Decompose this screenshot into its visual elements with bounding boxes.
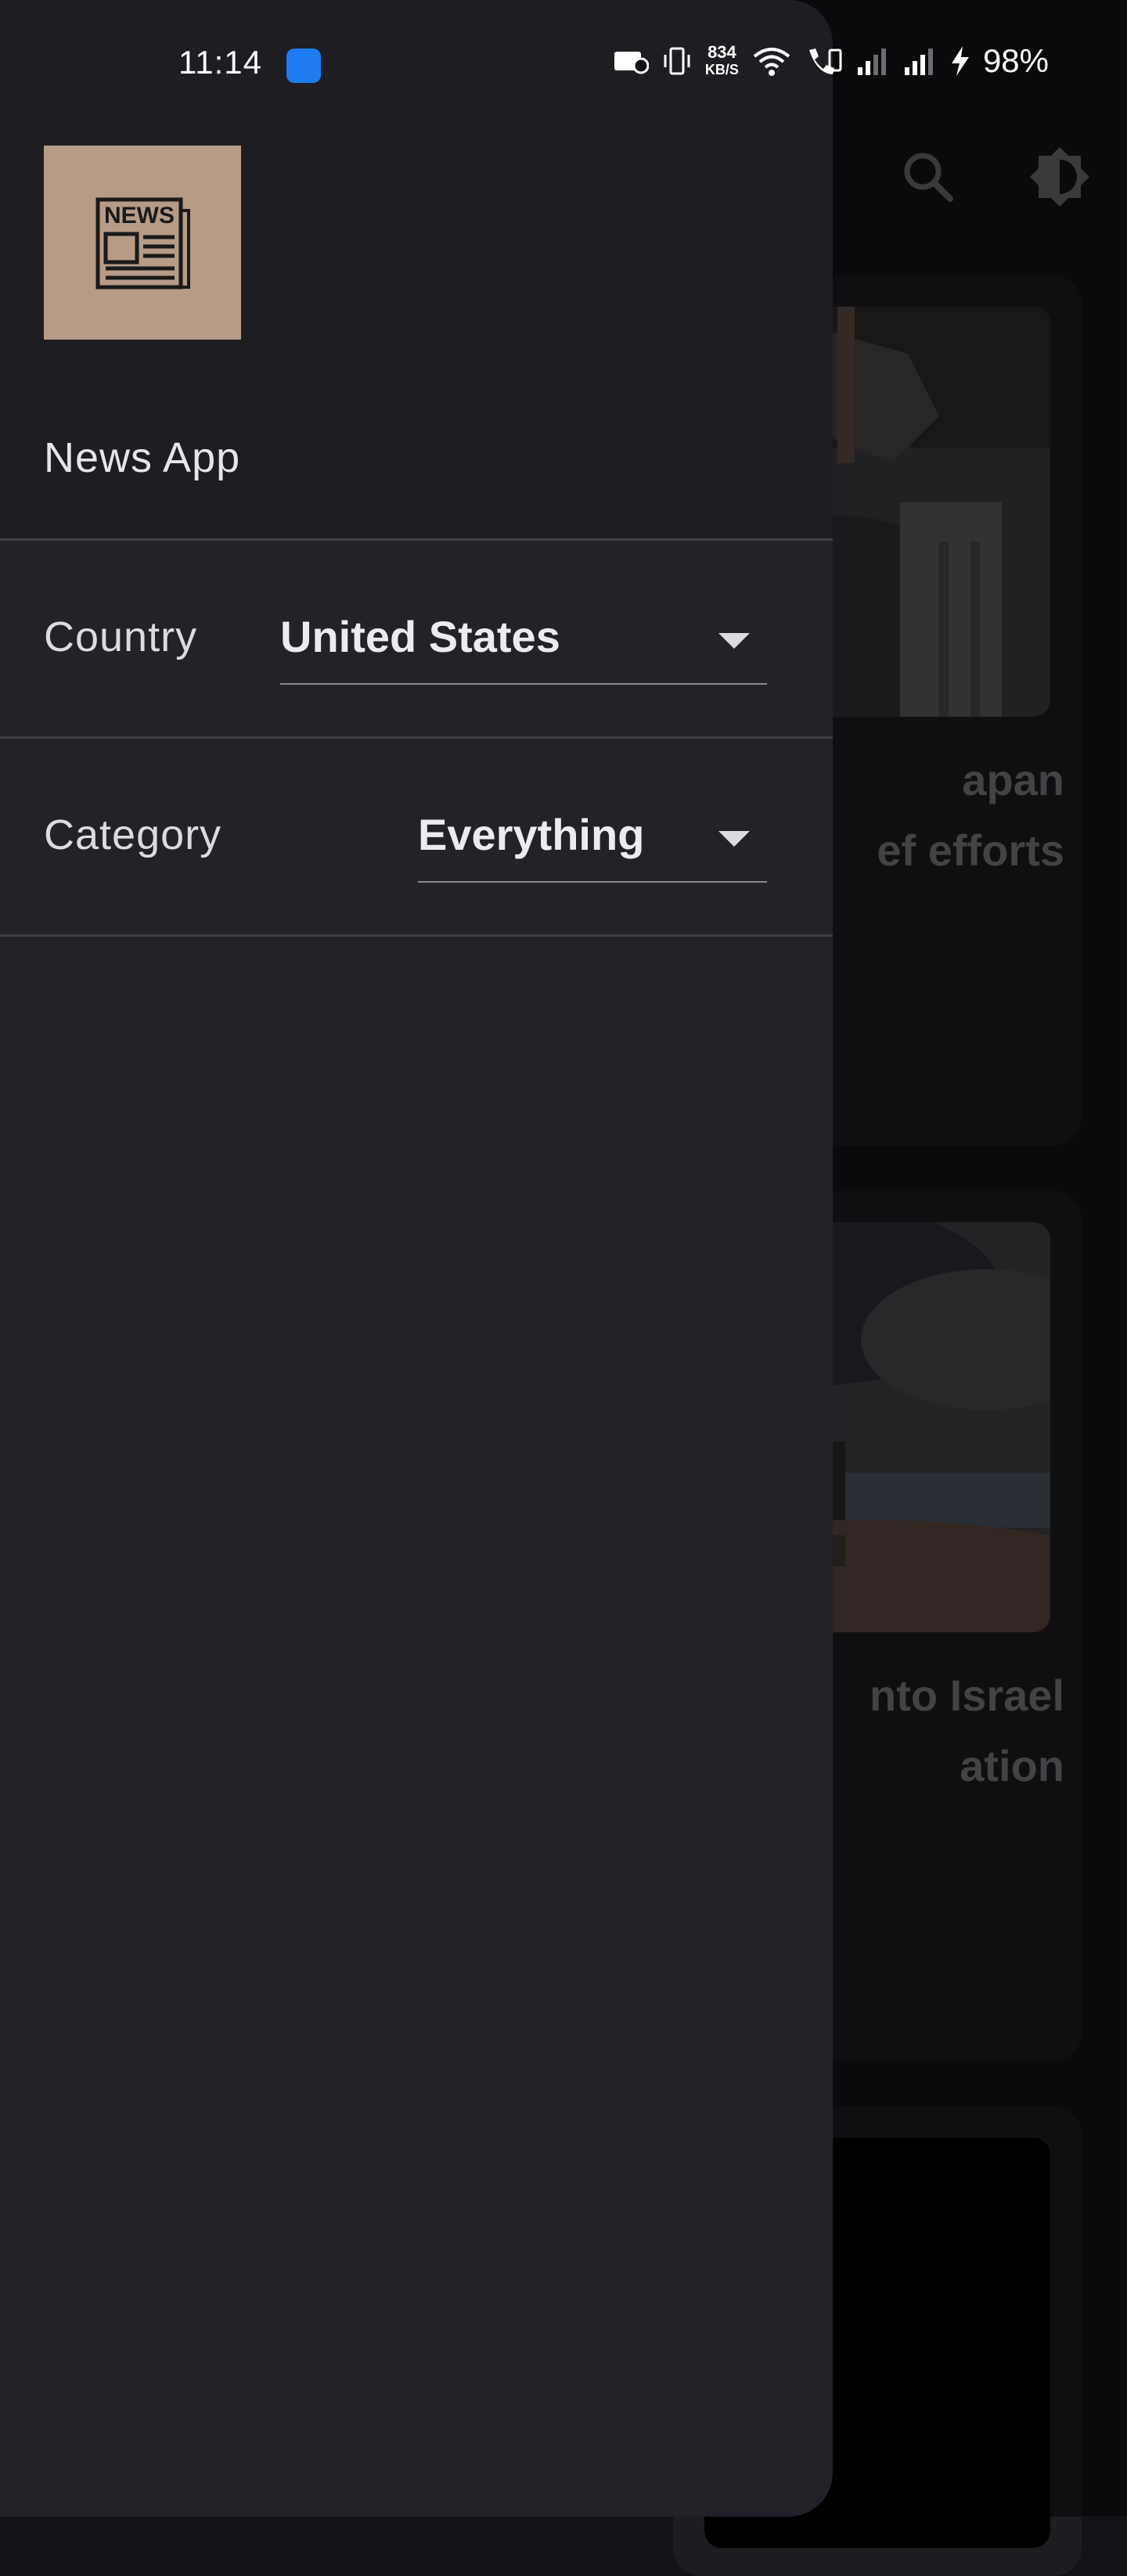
category-dropdown[interactable]: Everything <box>418 795 767 883</box>
newspaper-icon: NEWS <box>95 197 190 290</box>
dropdown-arrow-icon <box>718 831 750 847</box>
country-value: United States <box>280 612 560 661</box>
battery-percent: 98% <box>982 42 1049 79</box>
charging-icon <box>951 46 969 76</box>
app-name: News App <box>44 434 241 481</box>
category-label: Category <box>44 811 222 858</box>
signal-icon <box>904 49 933 75</box>
app-notification-icon <box>286 49 321 83</box>
wifi-icon <box>753 48 790 76</box>
card-icon <box>614 52 649 74</box>
wifi-calling-icon <box>808 49 842 74</box>
status-icons: 834 KB/S 98% <box>613 42 1049 80</box>
country-setting: Country United States <box>0 541 833 736</box>
status-time: 11:14 <box>178 44 262 81</box>
app-logo: NEWS <box>44 146 241 340</box>
status-bar: 11:14 834 KB/S 98% <box>0 0 1127 130</box>
dropdown-arrow-icon <box>718 633 750 649</box>
category-setting: Category Everything <box>0 739 833 934</box>
vibrate-icon <box>664 47 690 75</box>
network-speed: 834 KB/S <box>704 42 739 78</box>
svg-text:NEWS: NEWS <box>104 203 175 228</box>
signal-icon <box>857 49 886 75</box>
country-dropdown[interactable]: United States <box>280 597 767 685</box>
divider <box>0 934 833 937</box>
navigation-drawer: NEWS News App Country United States Cate… <box>0 0 833 2517</box>
category-value: Everything <box>418 810 645 859</box>
country-label: Country <box>44 613 198 660</box>
